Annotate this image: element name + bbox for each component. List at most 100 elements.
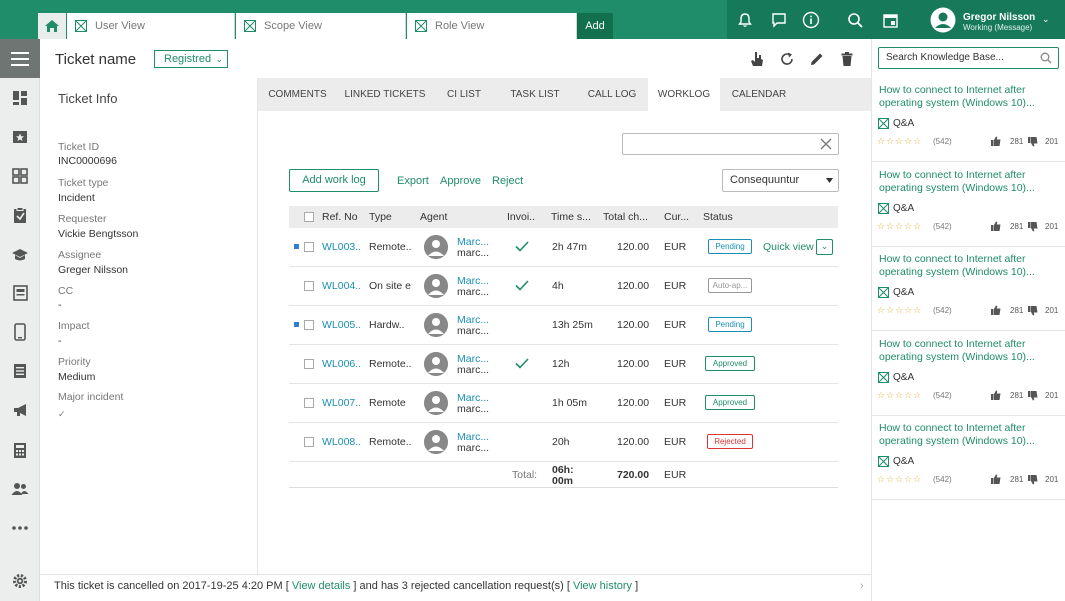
kb-search-input[interactable]: Search Knowledge Base...	[878, 47, 1059, 69]
reject-button[interactable]: Reject	[492, 175, 523, 187]
kb-article-title[interactable]: How to connect to Internet after operati…	[879, 422, 1049, 448]
kb-article[interactable]: How to connect to Internet after operati…	[871, 416, 1065, 500]
thumbs-up-icon[interactable]	[991, 474, 1001, 484]
chevron-down-icon[interactable]: ⌄	[816, 239, 833, 255]
thumbs-down-icon[interactable]	[1028, 306, 1038, 316]
col-time[interactable]: Time s...	[551, 211, 591, 223]
ref-link[interactable]: WL005..	[322, 319, 361, 331]
ref-link[interactable]: WL008..	[322, 436, 361, 448]
agent-avatar[interactable]	[424, 430, 448, 454]
search-icon[interactable]	[845, 10, 865, 30]
tab-role-view[interactable]: Role View	[407, 13, 577, 39]
agent-avatar[interactable]	[424, 352, 448, 376]
kb-article-title[interactable]: How to connect to Internet after operati…	[879, 253, 1049, 279]
hand-icon[interactable]	[748, 50, 766, 68]
agent-avatar[interactable]	[424, 274, 448, 298]
user-name[interactable]: Gregor Nilsson	[963, 12, 1035, 23]
col-agent[interactable]: Agent	[420, 211, 447, 223]
ref-link[interactable]: WL003..	[322, 241, 361, 253]
star-rating[interactable]: ☆☆☆☆☆	[877, 305, 922, 316]
quick-view-link[interactable]: Quick view	[763, 241, 814, 253]
tab-ci-list[interactable]: CI LIST	[438, 78, 490, 111]
mobile-icon[interactable]	[10, 322, 30, 342]
calendar-icon[interactable]	[880, 10, 900, 30]
agent-avatar[interactable]	[424, 313, 448, 337]
col-invoiced[interactable]: Invoi..	[507, 211, 535, 223]
ref-link[interactable]: WL006..	[322, 358, 361, 370]
select-all-checkbox[interactable]	[304, 212, 314, 222]
thumbs-down-icon[interactable]	[1028, 475, 1038, 485]
approve-button[interactable]: Approve	[440, 175, 481, 187]
pencil-icon[interactable]	[808, 50, 826, 68]
thumbs-down-icon[interactable]	[1028, 222, 1038, 232]
tab-user-view[interactable]: User View	[67, 13, 235, 39]
kb-article[interactable]: How to connect to Internet after operati…	[871, 78, 1065, 162]
users-icon[interactable]	[10, 479, 30, 499]
star-rating[interactable]: ☆☆☆☆☆	[877, 390, 922, 401]
bell-icon[interactable]	[735, 10, 755, 30]
kb-article-title[interactable]: How to connect to Internet after operati…	[879, 338, 1049, 364]
ref-link[interactable]: WL007..	[322, 397, 361, 409]
star-rating[interactable]: ☆☆☆☆☆	[877, 474, 922, 485]
view-details-link[interactable]: View details	[292, 580, 351, 592]
document-icon[interactable]	[10, 283, 30, 303]
star-rating[interactable]: ☆☆☆☆☆	[877, 221, 922, 232]
worklog-search-input[interactable]	[622, 133, 839, 155]
kb-article-title[interactable]: How to connect to Internet after operati…	[879, 169, 1049, 195]
kb-article[interactable]: How to connect to Internet after operati…	[871, 163, 1065, 247]
agent-avatar[interactable]	[424, 391, 448, 415]
calculator-icon[interactable]	[10, 440, 30, 460]
menu-button[interactable]	[0, 39, 40, 78]
trash-icon[interactable]	[838, 50, 856, 68]
col-total[interactable]: Total ch...	[603, 211, 648, 223]
close-icon[interactable]	[820, 138, 832, 150]
status-select[interactable]: Registred ⌄	[154, 50, 228, 68]
ref-link[interactable]: WL004..	[322, 280, 361, 292]
add-tab-button[interactable]: Add	[577, 13, 613, 39]
chevron-right-icon[interactable]: ›	[860, 580, 864, 592]
view-history-link[interactable]: View history	[573, 580, 632, 592]
thumbs-up-icon[interactable]	[991, 305, 1001, 315]
list-doc-icon[interactable]	[10, 361, 30, 381]
settings-icon[interactable]	[10, 571, 30, 591]
tab-task-list[interactable]: TASK LIST	[500, 78, 570, 111]
kb-article[interactable]: How to connect to Internet after operati…	[871, 332, 1065, 416]
col-ref[interactable]: Ref. No	[322, 211, 358, 223]
clipboard-icon[interactable]	[10, 205, 30, 225]
thumbs-down-icon[interactable]	[1028, 137, 1038, 147]
row-checkbox[interactable]	[304, 242, 314, 252]
more-icon[interactable]	[10, 518, 30, 538]
avatar[interactable]	[930, 7, 956, 33]
tab-scope-view[interactable]: Scope View	[236, 13, 406, 39]
refresh-icon[interactable]	[778, 50, 796, 68]
info-icon[interactable]	[801, 10, 821, 30]
row-checkbox[interactable]	[304, 281, 314, 291]
home-button[interactable]	[38, 13, 66, 39]
row-checkbox[interactable]	[304, 398, 314, 408]
tab-call-log[interactable]: CALL LOG	[580, 78, 644, 111]
graduation-cap-icon[interactable]	[10, 245, 30, 265]
add-work-log-button[interactable]: Add work log	[289, 169, 379, 192]
thumbs-down-icon[interactable]	[1028, 391, 1038, 401]
col-type[interactable]: Type	[369, 211, 392, 223]
tab-calendar[interactable]: CALENDAR	[724, 78, 794, 111]
chat-icon[interactable]	[769, 10, 789, 30]
thumbs-up-icon[interactable]	[991, 390, 1001, 400]
apps-grid-icon[interactable]	[10, 166, 30, 186]
star-rating[interactable]: ☆☆☆☆☆	[877, 136, 922, 147]
col-status[interactable]: Status	[703, 211, 733, 223]
row-checkbox[interactable]	[304, 359, 314, 369]
tab-comments[interactable]: COMMENTS	[260, 78, 335, 111]
chevron-down-icon[interactable]: ⌄	[1042, 14, 1050, 25]
thumbs-up-icon[interactable]	[991, 221, 1001, 231]
megaphone-icon[interactable]	[10, 400, 30, 420]
tab-worklog[interactable]: WORKLOG	[648, 78, 720, 111]
ticket-star-icon[interactable]	[10, 127, 30, 147]
export-button[interactable]: Export	[397, 175, 429, 187]
thumbs-up-icon[interactable]	[991, 136, 1001, 146]
dashboard-icon[interactable]	[10, 88, 30, 108]
search-icon[interactable]	[1040, 52, 1052, 64]
row-checkbox[interactable]	[304, 437, 314, 447]
row-checkbox[interactable]	[304, 320, 314, 330]
col-currency[interactable]: Cur...	[664, 211, 689, 223]
